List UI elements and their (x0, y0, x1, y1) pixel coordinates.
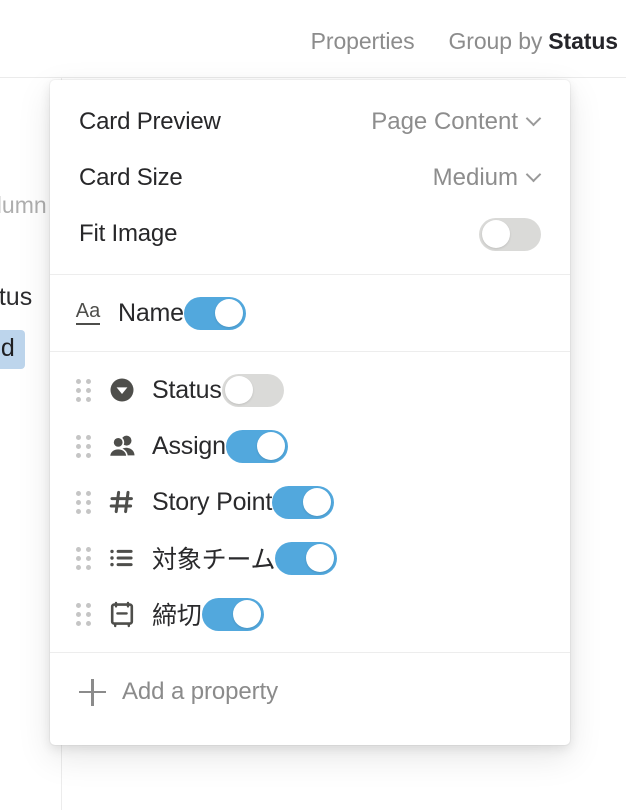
property-row-status[interactable]: Status (50, 362, 570, 418)
target-team-toggle[interactable] (275, 541, 338, 575)
drag-handle-icon[interactable] (72, 489, 94, 515)
chevron-down-icon (527, 113, 541, 127)
group-by-value: Status (548, 28, 618, 54)
card-preview-label: Card Preview (79, 108, 221, 135)
toggle-knob (232, 600, 261, 628)
drag-handle-icon[interactable] (72, 433, 94, 459)
add-property-section: Add a property (50, 653, 570, 731)
board-toolbar: Properties Group by Status (0, 0, 626, 78)
card-size-value: Medium (432, 164, 518, 191)
drag-handle-icon[interactable] (72, 601, 94, 627)
card-size-label: Card Size (79, 164, 183, 191)
calendar-date-icon (106, 598, 138, 630)
toggle-knob (224, 376, 253, 404)
deadline-toggle[interactable] (201, 597, 264, 631)
properties-button[interactable]: Properties (311, 28, 415, 55)
property-label-story-point: Story Point (152, 487, 273, 516)
card-preview-value: Page Content (371, 108, 518, 135)
background-column-label: olumn (0, 192, 47, 218)
multi-select-list-icon (106, 542, 138, 574)
drag-handle-icon[interactable] (72, 545, 94, 571)
story-point-toggle[interactable] (272, 485, 335, 519)
property-row-assign[interactable]: Assign (50, 418, 570, 474)
property-row-deadline[interactable]: 締切 (50, 586, 570, 642)
group-by-label: Group by (448, 28, 543, 54)
drag-handle-icon[interactable] (72, 377, 94, 403)
fit-image-toggle[interactable] (479, 217, 541, 251)
card-preview-row[interactable]: Card Preview Page Content (50, 94, 570, 150)
fit-image-label: Fit Image (79, 220, 178, 247)
plus-icon (79, 678, 106, 706)
property-label-name: Name (118, 298, 184, 327)
toolbar-actions: Properties Group by Status (311, 28, 618, 55)
property-label-status: Status (152, 375, 222, 404)
property-label-deadline: 締切 (152, 602, 202, 630)
toggle-knob (214, 299, 243, 327)
people-icon (106, 430, 138, 462)
toggle-knob (306, 544, 335, 572)
card-preview-select[interactable]: Page Content (371, 108, 541, 136)
property-row-name[interactable]: Aa Name (50, 285, 570, 341)
title-aa-icon-text: Aa (75, 301, 101, 325)
card-preview-settings-popup: Card Preview Page Content Card Size Medi… (50, 80, 570, 745)
toggle-knob (256, 432, 285, 460)
property-label-target-team: 対象チーム (152, 546, 276, 574)
toggle-knob (303, 488, 332, 516)
name-toggle[interactable] (183, 296, 246, 330)
screen: Properties Group byStatus olumn tatus te… (0, 0, 626, 810)
background-status-chip: ted (0, 330, 25, 369)
title-aa-icon: Aa (72, 297, 104, 329)
status-toggle[interactable] (221, 373, 284, 407)
card-size-row[interactable]: Card Size Medium (50, 150, 570, 206)
select-chevron-circle-icon (106, 374, 138, 406)
assign-toggle[interactable] (225, 429, 288, 463)
add-property-label: Add a property (122, 678, 279, 705)
name-section: Aa Name (50, 275, 570, 351)
number-hash-icon (106, 486, 138, 518)
fit-image-row[interactable]: Fit Image (50, 206, 570, 262)
properties-section: Status Assign Story Point 対象チーム 締切 (50, 352, 570, 652)
group-by-control[interactable]: Group by Status (448, 28, 618, 55)
property-label-assign: Assign (152, 431, 226, 460)
property-row-story-point[interactable]: Story Point (50, 474, 570, 530)
card-settings-section: Card Preview Page Content Card Size Medi… (50, 80, 570, 274)
toggle-knob (482, 220, 510, 248)
chevron-down-icon (527, 169, 541, 183)
property-row-target-team[interactable]: 対象チーム (50, 530, 570, 586)
background-status-label: tatus (0, 283, 33, 311)
card-size-select[interactable]: Medium (433, 164, 541, 192)
add-property-button[interactable]: Add a property (50, 662, 570, 722)
